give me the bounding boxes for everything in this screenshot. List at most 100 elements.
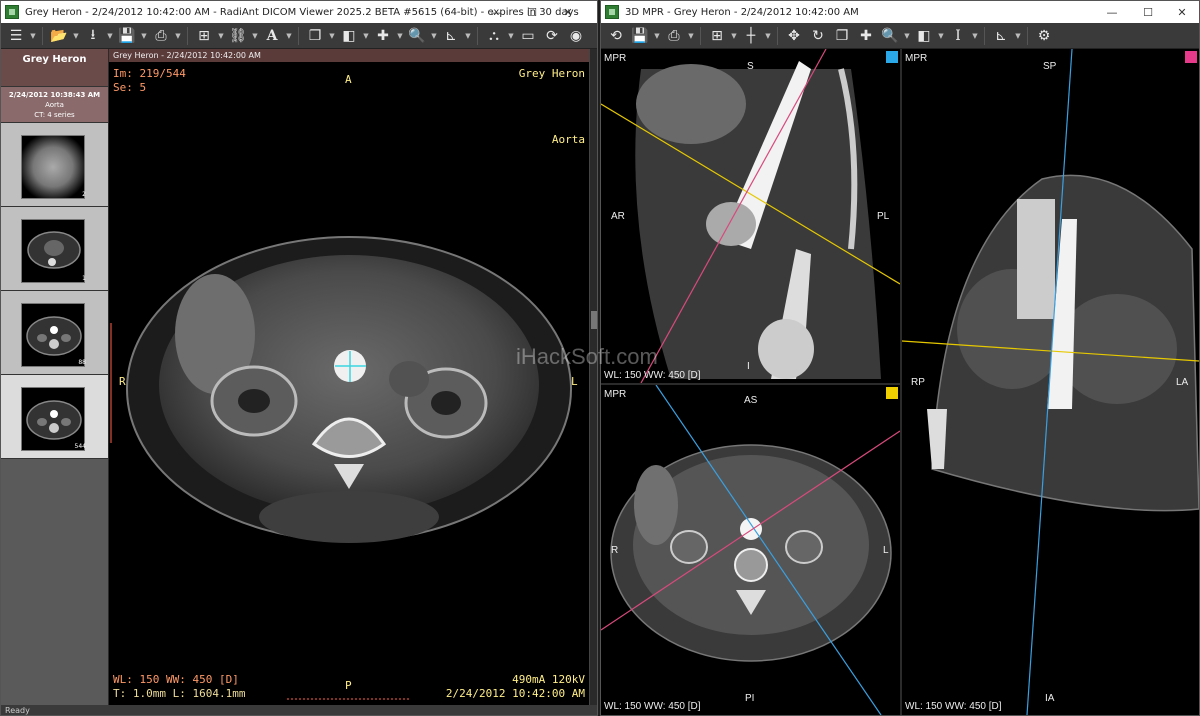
status-bar: Ready [1, 705, 597, 715]
dropdown-arrow[interactable]: ▼ [362, 25, 370, 47]
orientation-top: A [345, 73, 352, 86]
dropdown-arrow[interactable]: ▼ [217, 25, 225, 47]
series-stack-icon[interactable]: ❐ [831, 25, 853, 47]
image-index-overlay: Im: 219/544 [113, 67, 186, 80]
crosshair-add-icon[interactable]: ✚ [855, 25, 877, 47]
series-thumbnail[interactable]: 2 [1, 123, 108, 207]
measure-icon[interactable]: ⊾ [990, 25, 1012, 47]
text-annotation-icon[interactable]: A [261, 25, 283, 47]
orientation-left: R [611, 545, 619, 556]
dropdown-arrow[interactable]: ▼ [174, 25, 182, 47]
patient-overlay: Grey Heron [518, 67, 585, 80]
ct-axial-image [110, 236, 572, 700]
orientation-bottom: PI [745, 693, 755, 704]
study-description: Aorta [45, 101, 64, 109]
menu-icon[interactable]: ☰ [5, 25, 27, 47]
film-icon[interactable]: ▭ [517, 25, 539, 47]
orientation-bottom: IA [1045, 693, 1055, 704]
dropdown-arrow[interactable]: ▼ [140, 25, 148, 47]
window-level-icon[interactable]: ◧ [338, 25, 360, 47]
measure-icon[interactable]: ⊾ [440, 25, 462, 47]
series-thumbnail[interactable]: 1 [1, 207, 108, 291]
print-icon[interactable]: ⎙ [150, 25, 172, 47]
download-icon[interactable]: ⭳ [82, 25, 104, 47]
orientation-right: L [883, 545, 889, 556]
rotate-icon[interactable]: ↻ [807, 25, 829, 47]
3d-icon[interactable]: ◉ [565, 25, 587, 47]
dropdown-arrow[interactable]: ▼ [687, 25, 695, 47]
dropdown-arrow[interactable]: ▼ [971, 25, 979, 47]
dropdown-arrow[interactable]: ▼ [464, 25, 472, 47]
save-icon[interactable]: 💾 [116, 25, 138, 47]
mpr-axial-pane[interactable] [601, 385, 900, 715]
dropdown-arrow[interactable]: ▼ [430, 25, 438, 47]
dropdown-arrow[interactable]: ▼ [29, 25, 37, 47]
dropdown-arrow[interactable]: ▼ [328, 25, 336, 47]
orientation-right: L [571, 375, 578, 388]
pane-color-marker [886, 387, 898, 399]
reset-icon[interactable]: ⟲ [605, 25, 627, 47]
mpr-coronal-pane[interactable] [902, 49, 1199, 715]
layout-icon[interactable]: ⊞ [706, 25, 728, 47]
maximize-button[interactable]: ☐ [515, 1, 549, 23]
image-scrollbar[interactable] [589, 49, 597, 705]
mpr-sagittal-pane[interactable] [601, 49, 900, 383]
minimize-button[interactable]: — [479, 1, 513, 23]
dropdown-arrow[interactable]: ▼ [903, 25, 911, 47]
dropdown-arrow[interactable]: ▼ [396, 25, 404, 47]
toolbar-separator [477, 26, 478, 45]
dropdown-arrow[interactable]: ▼ [730, 25, 738, 47]
orientation-top: SP [1043, 61, 1057, 72]
crosshair-icon[interactable]: ┼ [740, 25, 762, 47]
toolbar-separator [700, 26, 701, 45]
dropdown-arrow[interactable]: ▼ [251, 25, 259, 47]
close-button[interactable]: ✕ [551, 1, 585, 23]
maximize-button[interactable]: ☐ [1131, 1, 1165, 23]
open-folder-icon[interactable]: 📂 [48, 25, 70, 47]
series-stack-icon[interactable]: ❐ [304, 25, 326, 47]
print-icon[interactable]: ⎙ [663, 25, 685, 47]
series-preview [21, 219, 85, 283]
patient-name[interactable]: Grey Heron [1, 49, 108, 87]
dropdown-arrow[interactable]: ▼ [507, 25, 515, 47]
right-titlebar: 3D MPR - Grey Heron - 2/24/2012 10:42:00… [601, 1, 1199, 23]
study-entry[interactable]: 2/24/2012 10:38:43 AM Aorta CT: 4 series [1, 87, 108, 123]
orientation-left: R [119, 375, 126, 388]
save-icon[interactable]: 💾 [629, 25, 651, 47]
dropdown-arrow[interactable]: ▼ [72, 25, 80, 47]
series-thumbnail[interactable]: 88 [1, 291, 108, 375]
series-number-overlay: Se: 5 [113, 81, 147, 94]
dropdown-arrow[interactable]: ▼ [653, 25, 661, 47]
dropdown-arrow[interactable]: ▼ [106, 25, 114, 47]
zoom-icon[interactable]: 🔍 [879, 25, 901, 47]
layout-icon[interactable]: ⊞ [193, 25, 215, 47]
rotate-3d-icon[interactable]: ⟳ [541, 25, 563, 47]
orientation-bottom: I [747, 361, 750, 372]
crosshair-add-icon[interactable]: ✚ [372, 25, 394, 47]
window-level-icon[interactable]: ◧ [913, 25, 935, 47]
close-button[interactable]: ✕ [1165, 1, 1199, 23]
mpr-window: 3D MPR - Grey Heron - 2/24/2012 10:42:00… [600, 0, 1200, 716]
dropdown-arrow[interactable]: ▼ [285, 25, 293, 47]
dropdown-arrow[interactable]: ▼ [937, 25, 945, 47]
dropdown-arrow[interactable]: ▼ [1014, 25, 1022, 47]
minimize-button[interactable]: — [1095, 1, 1129, 23]
series-thumbnail-selected[interactable]: 544 [1, 375, 108, 459]
left-titlebar: Grey Heron - 2/24/2012 10:42:00 AM - Rad… [1, 1, 597, 23]
pan-icon[interactable]: ✥ [783, 25, 805, 47]
scrollbar-thumb[interactable] [591, 311, 597, 329]
thickness-icon[interactable]: I [947, 25, 969, 47]
window-level-overlay: WL: 150 WW: 450 [D] [604, 370, 701, 381]
window-level-overlay: WL: 150 WW: 450 [D] [905, 701, 1002, 712]
radiant-app-icon [5, 5, 19, 19]
settings-icon[interactable]: ⚙ [1033, 25, 1055, 47]
dropdown-arrow[interactable]: ▼ [764, 25, 772, 47]
mpr-icon[interactable]: ⛬ [483, 25, 505, 47]
orientation-left: AR [611, 211, 625, 222]
axial-viewport[interactable]: Im: 219/544 Se: 5 Grey Heron Aorta A P R… [109, 49, 589, 705]
pane-label: MPR [604, 53, 627, 64]
link-icon[interactable]: ⛓ [227, 25, 249, 47]
zoom-icon[interactable]: 🔍 [406, 25, 428, 47]
radiant-app-icon [605, 5, 619, 19]
pane-color-marker [886, 51, 898, 63]
